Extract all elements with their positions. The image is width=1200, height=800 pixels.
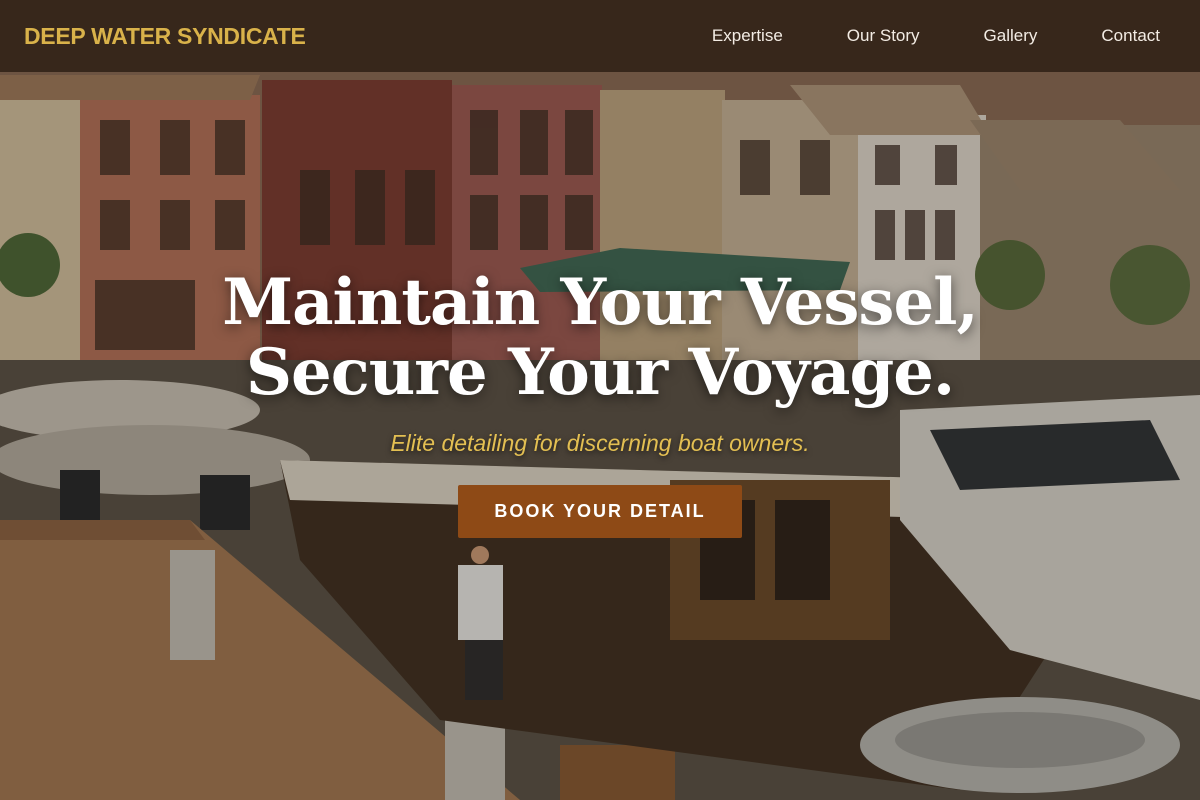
book-your-detail-button[interactable]: BOOK YOUR DETAIL xyxy=(458,485,742,538)
headline-line-1: Maintain Your Vessel, xyxy=(222,265,979,340)
hero-section: DEEP WATER SYNDICATE Expertise Our Story… xyxy=(0,0,1200,800)
hero-content: Maintain Your Vessel, Secure Your Voyage… xyxy=(0,268,1200,538)
nav-link-gallery[interactable]: Gallery xyxy=(984,26,1038,46)
nav-links: Expertise Our Story Gallery Contact xyxy=(712,26,1160,46)
hero-subheadline: Elite detailing for discerning boat owne… xyxy=(390,430,810,456)
headline-line-2: Secure Your Voyage. xyxy=(245,335,955,410)
nav-link-contact[interactable]: Contact xyxy=(1101,26,1160,46)
nav-link-our-story[interactable]: Our Story xyxy=(847,26,920,46)
top-navigation-bar: DEEP WATER SYNDICATE Expertise Our Story… xyxy=(0,0,1200,72)
nav-link-expertise[interactable]: Expertise xyxy=(712,26,783,46)
brand-logo-link[interactable]: DEEP WATER SYNDICATE xyxy=(24,23,306,50)
hero-headline: Maintain Your Vessel, Secure Your Voyage… xyxy=(0,268,1200,408)
